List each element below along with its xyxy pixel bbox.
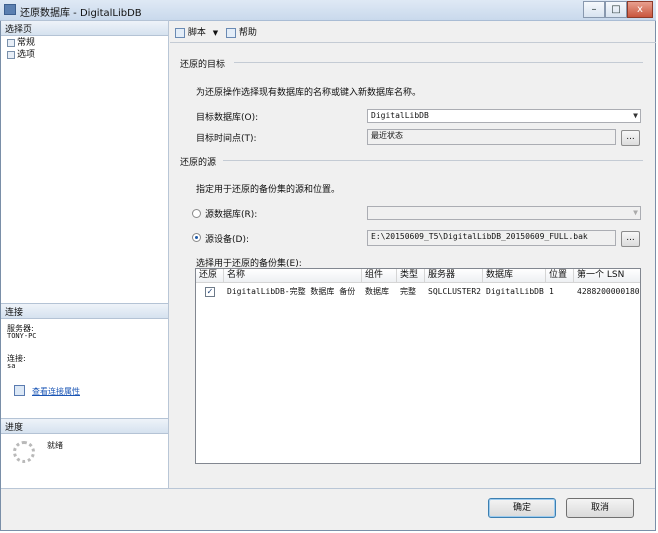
- target-time-label: 目标时间点(T):: [196, 134, 257, 144]
- target-time-browse-button[interactable]: ...: [621, 130, 640, 146]
- source-section-title: 还原的源: [180, 158, 217, 168]
- cell-server: SQLCLUSTER2: [428, 287, 481, 296]
- column-header-name[interactable]: 名称: [224, 269, 362, 283]
- restore-checkbox[interactable]: ✓: [205, 287, 215, 297]
- view-connection-properties-link[interactable]: 查看连接属性: [32, 386, 80, 397]
- script-icon: [175, 27, 185, 38]
- dropdown-arrow-icon[interactable]: ▼: [633, 110, 638, 122]
- minimize-button[interactable]: –: [583, 1, 605, 18]
- cell-name: DigitalLibDB-完整 数据库 备份: [227, 287, 356, 296]
- from-database-label: 源数据库(R):: [205, 210, 258, 220]
- toolbar-divider: [170, 42, 656, 43]
- target-section-divider: [234, 62, 643, 63]
- cell-position: 1: [549, 287, 554, 296]
- cell-component: 数据库: [365, 287, 389, 296]
- page-general[interactable]: 常规: [7, 35, 35, 48]
- target-time-field[interactable]: 最近状态: [367, 129, 616, 145]
- target-database-combobox[interactable]: DigitalLibDB ▼: [367, 109, 641, 123]
- target-database-label: 目标数据库(O):: [196, 113, 259, 123]
- close-button[interactable]: x: [627, 1, 653, 18]
- backup-sets-grid[interactable]: 还原 名称 组件 类型 服务器 数据库 位置 第一个 LSN ✓ Digital…: [195, 268, 641, 464]
- select-page-header: 选择页: [1, 20, 168, 36]
- properties-icon: [14, 385, 25, 396]
- connection-header: 连接: [1, 303, 168, 319]
- database-icon: [4, 4, 16, 15]
- help-button[interactable]: 帮助: [226, 25, 257, 38]
- footer-divider: [1, 488, 655, 489]
- progress-header: 进度: [1, 418, 168, 434]
- target-section-title: 还原的目标: [180, 60, 226, 70]
- column-header-position[interactable]: 位置: [546, 269, 574, 283]
- progress-spinner-icon: [13, 441, 35, 463]
- from-device-label: 源设备(D):: [205, 235, 249, 245]
- column-header-server[interactable]: 服务器: [425, 269, 483, 283]
- source-section-divider: [223, 160, 643, 161]
- source-hint: 指定用于还原的备份集的源和位置。: [196, 185, 341, 195]
- ok-button[interactable]: 确定: [488, 498, 556, 518]
- device-path-field[interactable]: E:\20150609_T5\DigitalLibDB_20150609_FUL…: [367, 230, 616, 246]
- cell-first-lsn: 42882000001807: [577, 287, 641, 296]
- cell-database: DigitalLibDB: [486, 287, 544, 296]
- window-title: 还原数据库 - DigitalLibDB: [20, 8, 142, 19]
- from-device-radio[interactable]: [192, 233, 201, 242]
- from-database-radio[interactable]: [192, 209, 201, 218]
- target-hint: 为还原操作选择现有数据库的名称或键入新数据库名称。: [196, 88, 422, 98]
- cell-type: 完整: [400, 287, 416, 296]
- column-header-database[interactable]: 数据库: [483, 269, 546, 283]
- column-header-component[interactable]: 组件: [362, 269, 397, 283]
- page-icon: [7, 38, 15, 47]
- page-options[interactable]: 选项: [7, 47, 35, 60]
- device-browse-button[interactable]: ...: [621, 231, 640, 247]
- connection-value: sa: [7, 362, 16, 370]
- help-icon: [226, 27, 236, 38]
- column-header-restore[interactable]: 还原: [196, 269, 224, 283]
- server-value: TONY-PC: [7, 332, 37, 340]
- progress-status: 就绪: [47, 441, 63, 450]
- from-database-combobox[interactable]: ▼: [367, 206, 641, 220]
- maximize-button[interactable]: □: [605, 1, 627, 18]
- title-bar[interactable]: 还原数据库 - DigitalLibDB – □ x: [0, 0, 656, 21]
- script-button[interactable]: 脚本 ▼: [175, 25, 218, 38]
- chevron-down-icon[interactable]: ▼: [213, 29, 218, 37]
- column-header-type[interactable]: 类型: [397, 269, 425, 283]
- column-header-first-lsn[interactable]: 第一个 LSN: [574, 269, 640, 283]
- dropdown-arrow-icon[interactable]: ▼: [633, 207, 638, 219]
- cancel-button[interactable]: 取消: [566, 498, 634, 518]
- page-icon: [7, 50, 15, 59]
